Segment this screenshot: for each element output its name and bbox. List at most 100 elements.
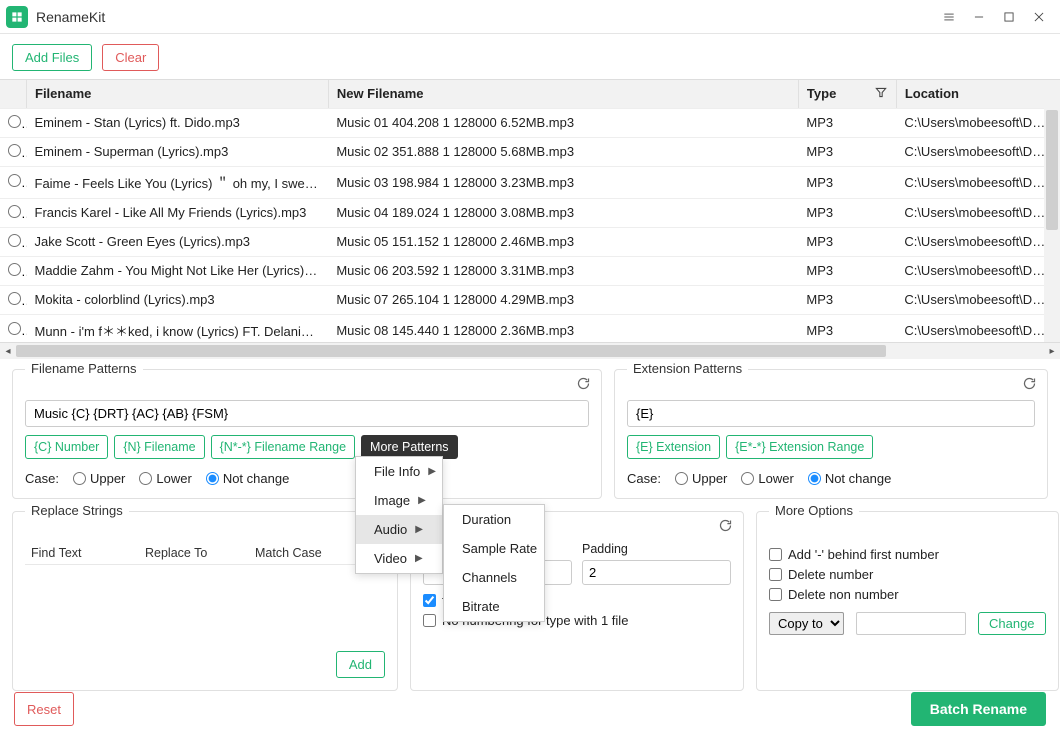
table-row[interactable]: Maddie Zahm - You Might Not Like Her (Ly… [0,256,1060,285]
cell-new-filename: Music 07 265.104 1 128000 4.29MB.mp3 [328,285,798,314]
add-files-button[interactable]: Add Files [12,44,92,71]
app-title: RenameKit [36,9,105,25]
chip-filename-range[interactable]: {N*-*} Filename Range [211,435,355,459]
cell-new-filename: Music 01 404.208 1 128000 6.52MB.mp3 [328,108,798,137]
cell-location: C:\Users\mobeesoft\Desktop\ [896,314,1059,343]
panel-title: Filename Patterns [25,361,143,376]
copy-to-path[interactable] [856,612,966,635]
cell-new-filename: Music 04 189.024 1 128000 3.08MB.mp3 [328,198,798,227]
menu-audio[interactable]: Audio▶ [356,515,442,544]
cell-location: C:\Users\mobeesoft\Desktop\ [896,108,1059,137]
case-label: Case: [25,471,59,486]
row-select[interactable] [8,174,21,187]
close-button[interactable] [1024,2,1054,32]
cell-filename: Munn - i'm f＊＊ked, i know (Lyrics) FT. D… [27,314,329,343]
delete-non-number-check[interactable] [769,588,782,601]
cell-filename: Jake Scott - Green Eyes (Lyrics).mp3 [27,227,329,256]
menu-sample-rate[interactable]: Sample Rate [444,534,544,563]
change-button[interactable]: Change [978,612,1046,635]
chip-extension[interactable]: {E} Extension [627,435,720,459]
top-toolbar: Add Files Clear [0,34,1060,79]
cell-type: MP3 [798,314,896,343]
table-header-row: Filename New Filename Type Location [0,80,1060,108]
cell-type: MP3 [798,108,896,137]
filename-pattern-input[interactable] [25,400,589,427]
chip-number[interactable]: {C} Number [25,435,108,459]
clear-button[interactable]: Clear [102,44,159,71]
case-lower[interactable]: Lower [139,471,191,486]
cell-new-filename: Music 06 203.592 1 128000 3.31MB.mp3 [328,256,798,285]
titlebar: RenameKit [0,0,1060,34]
case-upper[interactable]: Upper [73,471,125,486]
cell-filename: Faime - Feels Like You (Lyrics) ＂ oh my,… [27,166,329,198]
replace-list[interactable] [25,565,385,645]
refresh-icon[interactable] [1022,376,1037,394]
more-options-panel: More Options Add '-' behind first number… [756,511,1059,691]
row-select[interactable] [8,205,21,218]
extension-patterns-panel: Extension Patterns {E} Extension {E*-*} … [614,369,1048,499]
replace-to-header: Replace To [145,546,255,560]
cell-new-filename: Music 03 198.984 1 128000 3.23MB.mp3 [328,166,798,198]
row-select[interactable] [8,115,21,128]
cell-filename: Mokita - colorblind (Lyrics).mp3 [27,285,329,314]
menu-bitrate[interactable]: Bitrate [444,592,544,621]
replace-strings-panel: Replace Strings Find Text Replace To Mat… [12,511,398,691]
row-select[interactable] [8,322,21,335]
row-select[interactable] [8,263,21,276]
column-type[interactable]: Type [798,80,896,108]
refresh-icon[interactable] [718,518,733,536]
menu-image[interactable]: Image▶ [356,486,442,515]
table-row[interactable]: Faime - Feels Like You (Lyrics) ＂ oh my,… [0,166,1060,198]
replace-find-header: Find Text [31,546,145,560]
numbering-onefile-check[interactable] [423,614,436,627]
menu-channels[interactable]: Channels [444,563,544,592]
table-row[interactable]: Eminem - Stan (Lyrics) ft. Dido.mp3Music… [0,108,1060,137]
padding-label: Padding [582,542,731,556]
reset-button[interactable]: Reset [14,692,74,726]
case-not-change[interactable]: Not change [206,471,290,486]
padding-input[interactable] [582,560,731,585]
minimize-button[interactable] [964,2,994,32]
add-dash-check[interactable] [769,548,782,561]
numbering-type-check[interactable] [423,594,436,607]
chip-filename[interactable]: {N} Filename [114,435,204,459]
hamburger-icon[interactable] [934,2,964,32]
case-upper[interactable]: Upper [675,471,727,486]
maximize-button[interactable] [994,2,1024,32]
column-new-filename[interactable]: New Filename [328,80,798,108]
cell-location: C:\Users\mobeesoft\Desktop\ [896,166,1059,198]
audio-submenu: Duration Sample Rate Channels Bitrate [443,504,545,622]
menu-duration[interactable]: Duration [444,505,544,534]
column-filename[interactable]: Filename [27,80,329,108]
case-lower[interactable]: Lower [741,471,793,486]
case-not-change[interactable]: Not change [808,471,892,486]
table-row[interactable]: Jake Scott - Green Eyes (Lyrics).mp3Musi… [0,227,1060,256]
horizontal-scrollbar[interactable]: ◂ ▸ [0,343,1060,359]
batch-rename-button[interactable]: Batch Rename [911,692,1046,726]
column-location[interactable]: Location [896,80,1059,108]
extension-pattern-input[interactable] [627,400,1035,427]
filter-icon[interactable] [874,85,888,102]
vertical-scrollbar[interactable] [1044,80,1060,342]
copy-to-select[interactable]: Copy to [769,612,844,635]
more-patterns-menu: File Info▶ Image▶ Audio▶ Video▶ [355,456,443,574]
menu-file-info[interactable]: File Info▶ [356,457,442,486]
panel-title: Extension Patterns [627,361,748,376]
table-row[interactable]: Munn - i'm f＊＊ked, i know (Lyrics) FT. D… [0,314,1060,343]
delete-number-check[interactable] [769,568,782,581]
cell-location: C:\Users\mobeesoft\Desktop\ [896,137,1059,166]
app-icon [6,6,28,28]
filename-patterns-panel: Filename Patterns {C} Number {N} Filenam… [12,369,602,499]
table-row[interactable]: Mokita - colorblind (Lyrics).mp3Music 07… [0,285,1060,314]
refresh-icon[interactable] [576,376,591,394]
table-row[interactable]: Francis Karel - Like All My Friends (Lyr… [0,198,1060,227]
table-row[interactable]: Eminem - Superman (Lyrics).mp3Music 02 3… [0,137,1060,166]
row-select[interactable] [8,292,21,305]
add-replace-button[interactable]: Add [336,651,385,678]
row-select[interactable] [8,144,21,157]
cell-location: C:\Users\mobeesoft\Desktop\ [896,256,1059,285]
chip-extension-range[interactable]: {E*-*} Extension Range [726,435,873,459]
row-select[interactable] [8,234,21,247]
cell-type: MP3 [798,198,896,227]
menu-video[interactable]: Video▶ [356,544,442,573]
